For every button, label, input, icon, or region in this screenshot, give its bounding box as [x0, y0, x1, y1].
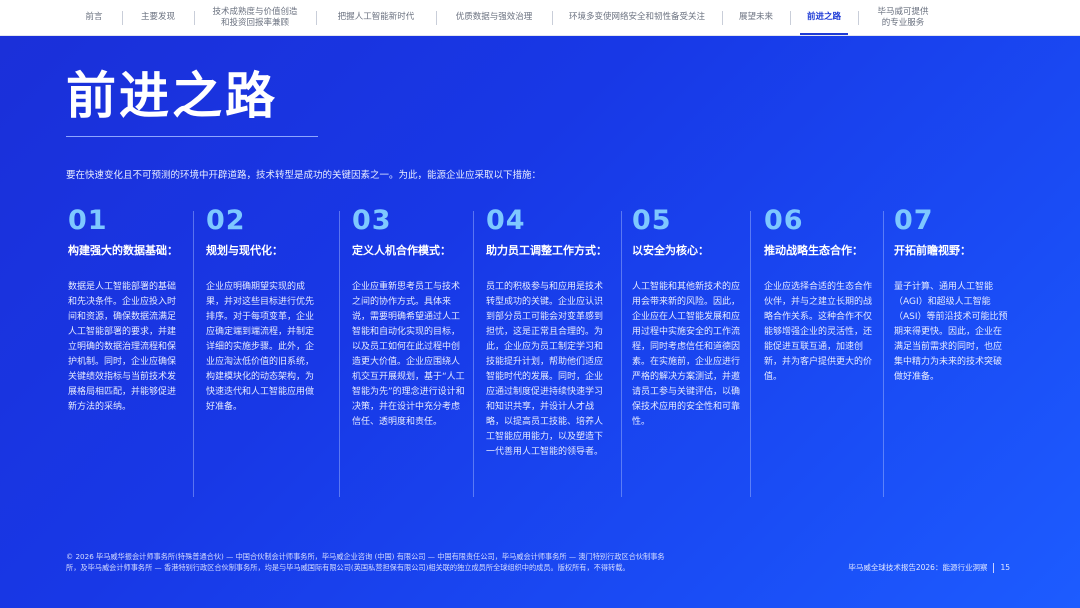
- step-number: 05: [632, 205, 672, 236]
- step-number: 06: [764, 205, 804, 236]
- step-number: 03: [352, 205, 392, 236]
- step-body: 数据是人工智能部署的基础和先决条件。企业应投入时间和资源，确保数据流满足人工智能…: [68, 282, 177, 412]
- footer-report-info: 毕马威全球技术报告2026：能源行业洞察 15: [848, 562, 1010, 573]
- step-number: 04: [486, 205, 526, 236]
- step-heading: 推动战略生态合作：: [764, 244, 863, 257]
- nav-item-key-findings[interactable]: 主要发现: [122, 0, 194, 35]
- report-title: 毕马威全球技术报告2026：能源行业洞察: [848, 563, 988, 572]
- column-divider: [621, 211, 622, 497]
- column-divider: [750, 211, 751, 497]
- column-divider: [339, 211, 340, 497]
- step-body: 企业应明确期望实现的成果，并对这些目标进行优先排序。对于每项变革，企业应确定端到…: [206, 282, 315, 412]
- step-number: 07: [894, 205, 934, 236]
- intro-text: 要在快速变化且不可预测的环境中开辟道路，技术转型是成功的关键因素之一。为此，能源…: [66, 170, 542, 181]
- step-card-02: 02 规划与现代化： 企业应明确期望实现的成果，并对这些目标进行优先排序。对于每…: [206, 205, 330, 505]
- step-body: 量子计算、通用人工智能（AGI）和超级人工智能（ASI）等前沿技术可能比预期来得…: [894, 282, 1008, 382]
- step-heading: 构建强大的数据基础：: [68, 244, 178, 257]
- footer-copyright: © 2026 毕马威华振会计师事务所(特殊普通合伙) — 中国合伙制会计师事务所…: [66, 552, 665, 572]
- step-card-04: 04 助力员工调整工作方式： 员工的积极参与和应用是技术转型成功的关键。企业应认…: [486, 205, 612, 505]
- nav-item-ai-era[interactable]: 把握人工智能新时代: [316, 0, 436, 35]
- column-divider: [193, 211, 194, 497]
- footer-divider: [993, 562, 995, 573]
- page-title: 前进之路: [66, 67, 278, 125]
- step-heading: 规划与现代化：: [206, 244, 283, 257]
- column-divider: [473, 211, 474, 497]
- title-underline: [66, 136, 318, 137]
- step-heading: 助力员工调整工作方式：: [486, 244, 607, 257]
- nav-item-kpmg-services[interactable]: 毕马威可提供 的专业服务: [858, 0, 948, 35]
- nav-item-tech-maturity[interactable]: 技术成熟度与价值创造 和投资回报率兼顾: [194, 0, 316, 35]
- nav-item-outlook[interactable]: 展望未来: [722, 0, 790, 35]
- step-card-05: 05 以安全为核心： 人工智能和其他新技术的应用会带来新的风险。因此，企业应在人…: [632, 205, 750, 505]
- step-body: 企业应选择合适的生态合作伙伴，并与之建立长期的战略合作关系。这种合作不仅能够增强…: [764, 282, 873, 382]
- top-navigation: 前言 主要发现 技术成熟度与价值创造 和投资回报率兼顾 把握人工智能新时代 优质…: [0, 0, 1080, 36]
- step-body: 人工智能和其他新技术的应用会带来新的风险。因此，企业应在人工智能发展和应用过程中…: [632, 282, 741, 427]
- step-body: 企业应重新思考员工与技术之间的协作方式。具体来说，需要明确希望通过人工智能和自动…: [352, 282, 465, 427]
- step-number: 01: [68, 205, 108, 236]
- column-divider: [883, 211, 884, 497]
- step-card-01: 01 构建强大的数据基础： 数据是人工智能部署的基础和先决条件。企业应投入时间和…: [68, 205, 184, 505]
- step-number: 02: [206, 205, 246, 236]
- nav-item-way-forward[interactable]: 前进之路: [790, 0, 858, 35]
- nav-item-preface[interactable]: 前言: [66, 0, 122, 35]
- nav-item-data-governance[interactable]: 优质数据与强效治理: [436, 0, 552, 35]
- step-heading: 以安全为核心：: [632, 244, 709, 257]
- step-heading: 开拓前瞻视野：: [894, 244, 971, 257]
- step-heading: 定义人机合作模式：: [352, 244, 451, 257]
- nav-item-cybersecurity[interactable]: 环境多变使网络安全和韧性备受关注: [552, 0, 722, 35]
- step-card-07: 07 开拓前瞻视野： 量子计算、通用人工智能（AGI）和超级人工智能（ASI）等…: [894, 205, 1018, 505]
- page-number: 15: [1000, 563, 1010, 572]
- step-card-03: 03 定义人机合作模式： 企业应重新思考员工与技术之间的协作方式。具体来说，需要…: [352, 205, 474, 505]
- step-body: 员工的积极参与和应用是技术转型成功的关键。企业应认识到部分员工可能会对变革感到担…: [486, 282, 604, 457]
- step-card-06: 06 推动战略生态合作： 企业应选择合适的生态合作伙伴，并与之建立长期的战略合作…: [764, 205, 882, 505]
- steps-columns: 01 构建强大的数据基础： 数据是人工智能部署的基础和先决条件。企业应投入时间和…: [60, 205, 1020, 505]
